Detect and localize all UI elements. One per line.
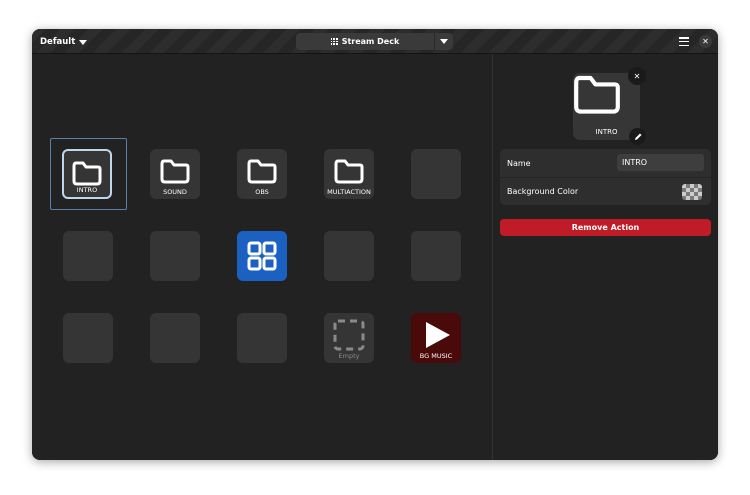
deck-key-bg-music[interactable]: BG MUSIC — [411, 313, 461, 363]
deck-key-blank[interactable] — [237, 313, 287, 363]
chevron-down-icon — [440, 39, 448, 44]
key-label: OBS — [255, 188, 269, 196]
key-label: INTRO — [76, 186, 98, 194]
deck-key-apps[interactable] — [237, 231, 287, 281]
main-content: INTRO SOUND OBS MULTIACTION Empty BG MUS… — [32, 54, 718, 460]
name-row: Name — [500, 149, 711, 177]
folder-icon — [72, 161, 102, 186]
background-color-label: Background Color — [507, 187, 579, 196]
deck-key-empty[interactable]: Empty — [324, 313, 374, 363]
app-window: Default Stream Deck ✕ INTRO SOUND OBS MU… — [32, 29, 718, 460]
inspector-panel: INTRO ✕ Name Background Color — [493, 54, 718, 460]
color-picker-button[interactable] — [682, 184, 702, 200]
folder-icon — [334, 159, 364, 184]
folder-icon — [160, 159, 190, 184]
deck-key-blank[interactable] — [63, 231, 113, 281]
deck-grid: INTRO SOUND OBS MULTIACTION Empty BG MUS… — [32, 54, 492, 460]
clear-icon-button[interactable]: ✕ — [628, 67, 646, 85]
deck-key-multiaction[interactable]: MULTIACTION — [324, 149, 374, 199]
dashed-square-icon — [333, 319, 365, 351]
name-input[interactable] — [617, 154, 704, 171]
deck-key-blank[interactable] — [150, 313, 200, 363]
deck-key-intro[interactable]: INTRO — [62, 149, 112, 199]
deck-key-blank[interactable] — [150, 231, 200, 281]
device-label: Stream Deck — [341, 37, 400, 46]
deck-key-blank[interactable] — [324, 231, 374, 281]
close-icon: ✕ — [702, 36, 709, 46]
name-label: Name — [507, 158, 531, 168]
profile-dropdown[interactable]: Default — [40, 35, 88, 49]
profile-label: Default — [40, 37, 76, 47]
background-color-row: Background Color — [500, 177, 711, 205]
deck-key-blank[interactable] — [411, 231, 461, 281]
header-bar: Default Stream Deck ✕ — [32, 29, 718, 54]
key-label: SOUND — [163, 188, 187, 196]
folder-icon — [247, 159, 277, 184]
grid-icon — [330, 38, 338, 45]
close-window-button[interactable]: ✕ — [699, 35, 712, 48]
chevron-down-icon — [79, 39, 88, 45]
edit-icon-button[interactable] — [629, 128, 646, 145]
folder-icon — [574, 75, 620, 114]
deck-key-obs[interactable]: OBS — [237, 149, 287, 199]
properties-list: Name Background Color — [500, 149, 711, 205]
remove-action-button[interactable]: Remove Action — [500, 219, 711, 236]
pencil-icon — [634, 133, 641, 140]
key-label: MULTIACTION — [327, 188, 371, 196]
close-icon: ✕ — [633, 71, 641, 81]
hamburger-menu-icon[interactable] — [678, 36, 690, 47]
device-selector-main[interactable]: Stream Deck — [296, 37, 434, 46]
key-preview[interactable]: INTRO — [573, 73, 640, 140]
device-dropdown[interactable]: Stream Deck — [296, 33, 453, 50]
key-label: BG MUSIC — [419, 352, 453, 360]
grid-apps-icon — [247, 241, 277, 271]
key-label: Empty — [338, 352, 360, 360]
deck-key-sound[interactable]: SOUND — [150, 149, 200, 199]
play-icon — [426, 322, 450, 348]
deck-key-blank[interactable] — [63, 313, 113, 363]
deck-key-blank[interactable] — [411, 149, 461, 199]
device-dropdown-toggle[interactable] — [435, 33, 453, 50]
